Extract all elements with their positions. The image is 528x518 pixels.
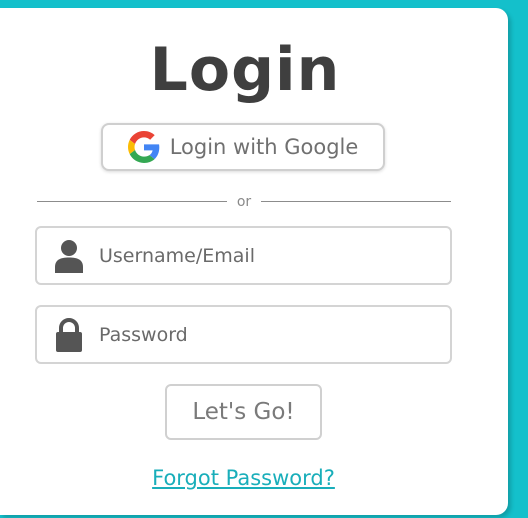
password-input[interactable] — [99, 317, 429, 353]
login-with-google-button[interactable]: Login with Google — [101, 123, 385, 171]
lock-icon — [56, 318, 82, 352]
divider-line-right — [261, 201, 451, 202]
forgot-password-link[interactable]: Forgot Password? — [0, 466, 487, 490]
login-card: Login Login with Google or Let's Go! For… — [0, 8, 508, 515]
divider-text: or — [236, 194, 252, 210]
submit-button[interactable]: Let's Go! — [165, 384, 322, 440]
username-field[interactable] — [35, 226, 452, 285]
or-divider: or — [37, 191, 451, 213]
google-g-icon — [127, 131, 160, 163]
username-input[interactable] — [99, 238, 429, 274]
divider-line-left — [37, 201, 227, 202]
password-field[interactable] — [35, 305, 452, 364]
google-button-label: Login with Google — [169, 135, 359, 159]
page-title: Login — [149, 35, 341, 105]
user-icon — [55, 240, 83, 273]
